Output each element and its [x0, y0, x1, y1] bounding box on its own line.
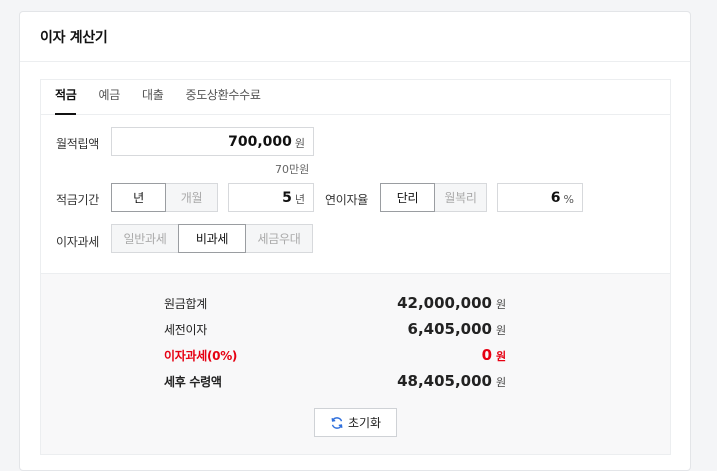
panel-title: 이자 계산기: [40, 29, 108, 46]
result-net-label: 세후 수령액: [164, 374, 222, 389]
rate-input[interactable]: 6 %: [497, 183, 583, 212]
rate-simple-option[interactable]: 단리: [380, 183, 435, 212]
result-tax-row: 이자과세(0%) 0 원: [164, 345, 507, 365]
panel-header: 이자 계산기: [20, 12, 690, 62]
period-label: 적금기간: [56, 193, 99, 207]
monthly-amount-hint: 70만원: [275, 163, 310, 176]
tab-loan[interactable]: 대출: [142, 80, 164, 115]
monthly-amount-value: 700,000: [228, 133, 292, 150]
rate-compound-option[interactable]: 월복리: [434, 183, 487, 212]
result-principal-row: 원금합계 42,000,000 원: [164, 293, 507, 313]
result-net-row: 세후 수령액 48,405,000 원: [164, 371, 507, 391]
tab-deposit[interactable]: 예금: [98, 80, 120, 115]
result-principal-label: 원금합계: [164, 296, 207, 311]
result-principal-value: 42,000,000: [397, 294, 492, 312]
result-pretax-unit: 원: [496, 324, 507, 337]
period-month-option[interactable]: 개월: [165, 183, 218, 212]
tax-general-option[interactable]: 일반과세: [111, 224, 179, 253]
tab-prepayment-fee[interactable]: 중도상환수수료: [185, 80, 260, 115]
tab-bar: 적금 예금 대출 중도상환수수료: [41, 80, 670, 115]
results-area: 원금합계 42,000,000 원 세전이자 6,405,000 원 이자과세(…: [41, 273, 670, 454]
tax-label: 이자과세: [56, 235, 99, 249]
result-tax-unit: 원: [496, 350, 507, 363]
result-tax-value: 0: [481, 346, 492, 364]
result-pretax-label: 세전이자: [164, 322, 207, 337]
period-unit: 년: [294, 193, 305, 206]
refresh-icon: [331, 416, 343, 429]
result-pretax-row: 세전이자 6,405,000 원: [164, 319, 507, 339]
rate-label: 연이자율: [325, 193, 368, 207]
reset-button[interactable]: 초기화: [314, 408, 397, 437]
interest-calculator-panel: 이자 계산기 적금 예금 대출 중도상환수수료 월적립액 700,000 원 7…: [19, 11, 691, 471]
rate-value: 6: [550, 189, 561, 206]
monthly-amount-unit: 원: [294, 137, 305, 150]
result-principal-unit: 원: [496, 298, 507, 311]
result-pretax-value: 6,405,000: [407, 320, 492, 338]
tab-savings[interactable]: 적금: [55, 80, 77, 115]
result-tax-label: 이자과세(0%): [164, 348, 238, 363]
calculator-box: 적금 예금 대출 중도상환수수료 월적립액 700,000 원 70만원 적금기…: [40, 79, 671, 455]
monthly-amount-label: 월적립액: [56, 137, 99, 151]
monthly-amount-input[interactable]: 700,000 원: [111, 127, 314, 156]
tax-free-option[interactable]: 비과세: [178, 224, 246, 253]
period-year-option[interactable]: 년: [111, 183, 166, 212]
rate-unit: %: [563, 192, 574, 206]
result-net-unit: 원: [496, 376, 507, 389]
tax-preferential-option[interactable]: 세금우대: [245, 224, 313, 253]
period-value: 5: [282, 189, 292, 206]
period-input[interactable]: 5 년: [228, 183, 314, 212]
reset-button-label: 초기화: [347, 416, 382, 430]
result-net-value: 48,405,000: [397, 372, 492, 390]
